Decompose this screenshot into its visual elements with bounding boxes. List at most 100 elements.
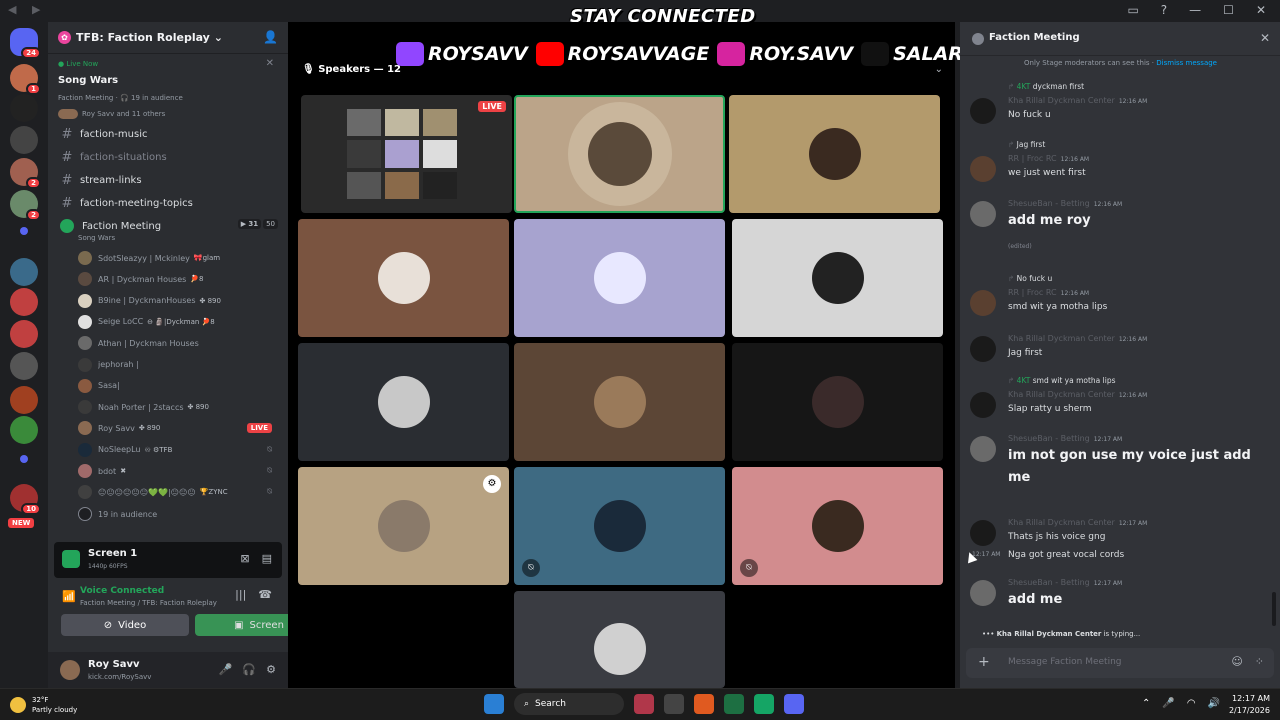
speaker-tile[interactable]	[298, 219, 509, 337]
inbox-icon[interactable]: ▭	[1127, 3, 1138, 17]
message-input[interactable]: Message Faction Meeting	[1008, 657, 1122, 667]
message-author[interactable]: ShesueBan - Betting 12:17 AM	[1008, 434, 1122, 443]
server-icon[interactable]: 2	[10, 190, 41, 221]
speaker-tile[interactable]	[298, 343, 509, 461]
message-avatar[interactable]	[970, 336, 996, 362]
live-event-title[interactable]: Song Wars	[58, 75, 118, 86]
reply-preview[interactable]: ↱ 4KT dyckman first	[1008, 82, 1084, 91]
speaker-tile[interactable]: ⍉	[514, 467, 725, 585]
chevron-down-icon[interactable]: ⌄	[935, 64, 943, 75]
message-author[interactable]: Kha Rillal Dyckman Center 12:17 AM	[1008, 518, 1147, 527]
voice-member[interactable]: bdot ✖ ⍉	[78, 461, 278, 481]
message-avatar[interactable]	[970, 201, 996, 227]
reply-preview[interactable]: ↱ 4KT smd wit ya motha lips	[1008, 376, 1116, 385]
stream-settings-icon[interactable]: ▤	[262, 552, 272, 565]
stop-stream-icon[interactable]: ⊠	[240, 552, 249, 565]
message-avatar[interactable]	[970, 580, 996, 606]
text-channel[interactable]: # stream-links	[58, 170, 284, 190]
soundboard-icon[interactable]: |||	[235, 588, 246, 601]
settings-gear-icon[interactable]: ⚙	[266, 663, 276, 676]
microphone-tray-icon[interactable]: 🎤	[1162, 698, 1174, 709]
emoji-icon[interactable]: ☺	[1231, 655, 1242, 668]
server-header[interactable]: ✿ TFB: Faction Roleplay ⌄ 👤	[48, 22, 288, 54]
voice-channel-faction-meeting[interactable]: Faction Meeting ▶ 31 50	[58, 216, 284, 236]
volume-icon[interactable]: 🔊	[1208, 698, 1220, 709]
speaker-tile[interactable]: ⚙	[298, 467, 509, 585]
add-attachment-icon[interactable]: +	[978, 654, 990, 670]
server-icon[interactable]	[10, 416, 38, 444]
speaker-tile[interactable]	[514, 591, 725, 688]
dismiss-link[interactable]: Dismiss message	[1156, 59, 1217, 67]
voice-member[interactable]: NoSleepLu ♾ ⚙TFB ⍉	[78, 440, 278, 460]
microphone-icon[interactable]: 🎤	[219, 663, 233, 676]
speaker-tile[interactable]	[732, 219, 943, 337]
reply-preview[interactable]: ↱ Jag first	[1008, 140, 1045, 149]
voice-member[interactable]: SdotSleazyy | Mckinley 🎀glam	[78, 248, 278, 268]
message-avatar[interactable]	[970, 98, 996, 124]
server-icon[interactable]	[10, 94, 38, 122]
close-window-icon[interactable]: ✕	[1256, 3, 1266, 17]
voice-member[interactable]: Noah Porter | 2staccs ✤ 890	[78, 397, 278, 417]
apps-icon[interactable]: ⁘	[1255, 655, 1264, 668]
server-icon[interactable]	[10, 386, 38, 414]
discord-icon[interactable]	[784, 694, 804, 714]
excel-icon[interactable]	[724, 694, 744, 714]
disconnect-icon[interactable]: ☎	[258, 588, 272, 601]
home-button[interactable]: 24	[10, 28, 41, 59]
voice-member[interactable]: Roy Savv ✤ 890 LIVE	[78, 418, 278, 438]
settings-icon[interactable]: ⚙	[483, 475, 501, 493]
text-channel[interactable]: # faction-meeting-topics	[58, 193, 284, 213]
speaker-tile[interactable]	[514, 343, 725, 461]
reply-preview[interactable]: ↱ No fuck u	[1008, 274, 1052, 283]
minimize-icon[interactable]: —	[1189, 3, 1201, 17]
speaker-tile[interactable]	[732, 343, 943, 461]
voice-member[interactable]: 😐😐😐😐😐😐💚💚|😐😐😐 🏆ZYNC ⍉	[78, 482, 278, 502]
nav-arrows[interactable]: ◀ ▶	[8, 3, 46, 16]
headphones-icon[interactable]: 🎧	[242, 663, 256, 676]
server-icon[interactable]: 1	[10, 64, 41, 95]
server-icon[interactable]: 2	[10, 158, 41, 189]
signal-icon[interactable]: 📶	[62, 590, 76, 603]
server-icon[interactable]	[10, 288, 38, 316]
flag-icon[interactable]	[634, 694, 654, 714]
speaker-tile[interactable]: ⍉	[732, 467, 943, 585]
text-channel[interactable]: # faction-situations	[58, 147, 284, 167]
speaker-tile[interactable]	[514, 95, 725, 213]
start-button-icon[interactable]	[484, 694, 504, 714]
user-name[interactable]: Roy Savv	[88, 659, 140, 670]
voice-member[interactable]: Seige LoCC ⊖ 🗿|Dyckman 🏓8	[78, 312, 278, 332]
invite-icon[interactable]: 👤	[263, 30, 278, 44]
close-chat-icon[interactable]: ✕	[1260, 31, 1270, 45]
chevron-up-icon[interactable]: ⌃	[1142, 698, 1150, 709]
video-button[interactable]: ⊘ Video	[61, 614, 189, 636]
server-icon[interactable]	[10, 258, 38, 286]
help-icon[interactable]: ?	[1161, 3, 1167, 17]
message-author[interactable]: ShesueBan - Betting 12:17 AM	[1008, 578, 1122, 587]
message-avatar[interactable]	[970, 436, 996, 462]
message-author[interactable]: Kha Rillal Dyckman Center 12:16 AM	[1008, 334, 1147, 343]
wifi-icon[interactable]: ◠	[1187, 698, 1196, 709]
file-explorer-icon[interactable]	[664, 694, 684, 714]
message-author[interactable]: RR | Froc RC 12:16 AM	[1008, 288, 1089, 297]
chat-scrollbar[interactable]	[1272, 592, 1276, 626]
weather-widget[interactable]: 32°F Partly cloudy	[10, 695, 77, 715]
voice-member[interactable]: jephorah |	[78, 355, 278, 375]
message-author[interactable]: Kha Rillal Dyckman Center 12:16 AM	[1008, 390, 1147, 399]
close-icon[interactable]: ✕	[266, 58, 274, 69]
server-icon[interactable]	[10, 126, 38, 154]
voice-member[interactable]: Athan | Dyckman Houses	[78, 333, 278, 353]
server-icon[interactable]	[10, 352, 38, 380]
message-avatar[interactable]	[970, 520, 996, 546]
stream-tile[interactable]: LIVE	[301, 95, 512, 213]
server-icon[interactable]: 10	[10, 484, 41, 515]
message-avatar[interactable]	[970, 392, 996, 418]
folder-icon[interactable]	[20, 455, 28, 463]
audience-row[interactable]: 19 in audience	[78, 504, 278, 524]
speaker-tile[interactable]	[514, 219, 725, 337]
voice-member[interactable]: B9ine | DyckmanHouses ✤ 890	[78, 291, 278, 311]
maximize-icon[interactable]: ☐	[1223, 3, 1234, 17]
message-avatar[interactable]	[970, 290, 996, 316]
folder-icon[interactable]	[20, 227, 28, 235]
server-icon[interactable]	[10, 320, 38, 348]
user-avatar[interactable]	[60, 660, 80, 680]
